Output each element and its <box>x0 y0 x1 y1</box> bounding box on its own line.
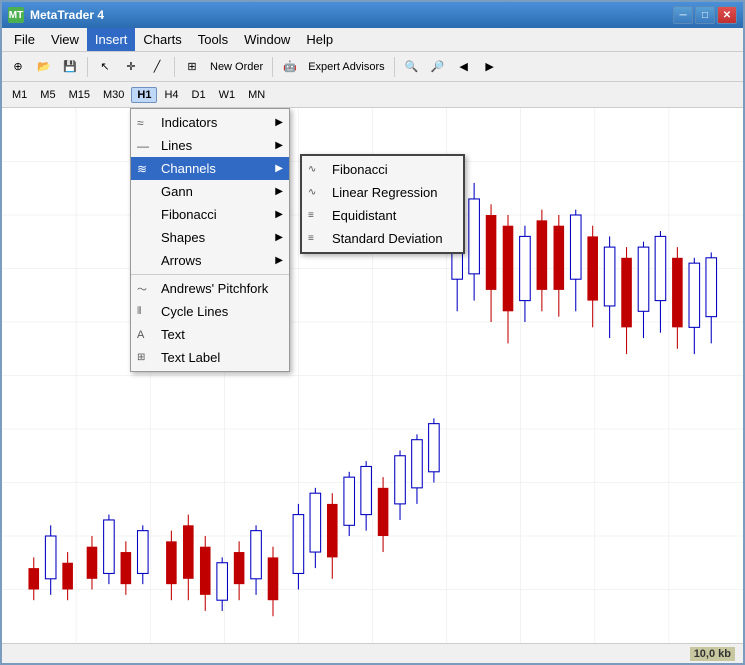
expert-advisors-label: Expert Advisors <box>304 61 388 73</box>
arrows-arrow: ▶ <box>275 255 283 266</box>
text-label-icon: ⊞ <box>137 352 145 363</box>
menu-item-cycle-lines[interactable]: ⦀ Cycle Lines <box>131 300 289 323</box>
menu-item-fibonacci[interactable]: Fibonacci ▶ <box>131 203 289 226</box>
menu-insert[interactable]: Insert <box>87 28 136 51</box>
zoom-in-btn[interactable]: 🔍 <box>400 55 424 79</box>
title-bar-left: MT MetaTrader 4 <box>8 7 104 23</box>
tf-h4[interactable]: H4 <box>158 87 184 103</box>
menu-tools[interactable]: Tools <box>190 28 236 51</box>
status-info: 10,0 kb <box>690 647 735 661</box>
title-controls: ─ □ ✕ <box>673 6 737 24</box>
menu-item-shapes[interactable]: Shapes ▶ <box>131 226 289 249</box>
menu-item-arrows[interactable]: Arrows ▶ <box>131 249 289 272</box>
scroll-left-btn[interactable]: ◀ <box>452 55 476 79</box>
insert-menu: ≈ Indicators ▶ — Lines ▶ ≋ Channels ▶ Ga… <box>130 108 290 372</box>
menu-item-linear-regression[interactable]: ∿ Linear Regression <box>302 181 463 204</box>
status-bar: 10,0 kb <box>2 643 743 663</box>
lines-icon: — <box>137 139 149 153</box>
expert-advisors-btn[interactable]: 🤖 <box>278 55 302 79</box>
close-button[interactable]: ✕ <box>717 6 737 24</box>
menu-item-standard-deviation[interactable]: ≡ Standard Deviation <box>302 227 463 250</box>
sep3 <box>272 57 273 77</box>
tf-w1[interactable]: W1 <box>213 87 242 103</box>
menu-item-text-label[interactable]: ⊞ Text Label <box>131 346 289 369</box>
chart-area[interactable]: ≈ Indicators ▶ — Lines ▶ ≋ Channels ▶ Ga… <box>2 108 743 643</box>
menu-item-channels[interactable]: ≋ Channels ▶ <box>131 157 289 180</box>
minimize-button[interactable]: ─ <box>673 6 693 24</box>
sep2 <box>174 57 175 77</box>
menu-item-lines[interactable]: — Lines ▶ <box>131 134 289 157</box>
save-button[interactable]: 💾 <box>58 55 82 79</box>
channels-icon: ≋ <box>137 162 147 176</box>
standard-deviation-icon: ≡ <box>308 233 314 244</box>
channels-submenu: ∿ Fibonacci ∿ Linear Regression ≡ Equidi… <box>300 154 465 254</box>
menu-window[interactable]: Window <box>236 28 298 51</box>
indicators-arrow: ▶ <box>275 117 283 128</box>
main-window: MT MetaTrader 4 ─ □ ✕ File View Insert C… <box>0 0 745 665</box>
tf-mn[interactable]: MN <box>242 87 271 103</box>
line-tool[interactable]: ╱ <box>145 55 169 79</box>
new-order-label: New Order <box>206 61 267 73</box>
new-chart-button[interactable]: ⊕ <box>6 55 30 79</box>
tf-m15[interactable]: M15 <box>63 87 96 103</box>
linear-regression-icon: ∿ <box>308 187 316 198</box>
menu-item-text[interactable]: A Text <box>131 323 289 346</box>
menu-item-fibonacci-channel[interactable]: ∿ Fibonacci <box>302 158 463 181</box>
tf-h1[interactable]: H1 <box>131 87 157 103</box>
andrews-pitchfork-icon: 〜 <box>137 281 147 296</box>
equidistant-icon: ≡ <box>308 210 314 221</box>
tf-d1[interactable]: D1 <box>186 87 212 103</box>
toolbar-timeframes: M1 M5 M15 M30 H1 H4 D1 W1 MN <box>2 82 743 108</box>
zoom-out-btn[interactable]: 🔎 <box>426 55 450 79</box>
crosshair-tool[interactable]: ✛ <box>119 55 143 79</box>
fibonacci-arrow: ▶ <box>275 209 283 220</box>
menu-charts[interactable]: Charts <box>135 28 189 51</box>
arrow-tool[interactable]: ↖ <box>93 55 117 79</box>
tf-m1[interactable]: M1 <box>6 87 33 103</box>
menu-item-equidistant[interactable]: ≡ Equidistant <box>302 204 463 227</box>
menu-view[interactable]: View <box>43 28 87 51</box>
tf-m5[interactable]: M5 <box>34 87 61 103</box>
menu-item-gann[interactable]: Gann ▶ <box>131 180 289 203</box>
sep4 <box>394 57 395 77</box>
menu-file[interactable]: File <box>6 28 43 51</box>
menu-item-andrews-pitchfork[interactable]: 〜 Andrews' Pitchfork <box>131 277 289 300</box>
app-icon: MT <box>8 7 24 23</box>
indicators-icon: ≈ <box>137 116 144 130</box>
text-icon: A <box>137 329 144 341</box>
open-button[interactable]: 📂 <box>32 55 56 79</box>
cycle-lines-icon: ⦀ <box>137 306 141 317</box>
menu-separator <box>131 274 289 275</box>
shapes-arrow: ▶ <box>275 232 283 243</box>
toolbar-main: ⊕ 📂 💾 ↖ ✛ ╱ ⊞ New Order 🤖 Expert Advisor… <box>2 52 743 82</box>
tf-m30[interactable]: M30 <box>97 87 130 103</box>
scroll-right-btn[interactable]: ▶ <box>478 55 502 79</box>
sep1 <box>87 57 88 77</box>
menu-help[interactable]: Help <box>298 28 341 51</box>
lines-arrow: ▶ <box>275 140 283 151</box>
maximize-button[interactable]: □ <box>695 6 715 24</box>
title-bar: MT MetaTrader 4 ─ □ ✕ <box>2 2 743 28</box>
new-order-btn[interactable]: ⊞ <box>180 55 204 79</box>
channels-arrow: ▶ <box>275 163 283 174</box>
menu-item-indicators[interactable]: ≈ Indicators ▶ <box>131 111 289 134</box>
gann-arrow: ▶ <box>275 186 283 197</box>
menu-bar: File View Insert Charts Tools Window Hel… <box>2 28 743 52</box>
window-title: MetaTrader 4 <box>30 8 104 22</box>
fibonacci-channel-icon: ∿ <box>308 164 316 175</box>
